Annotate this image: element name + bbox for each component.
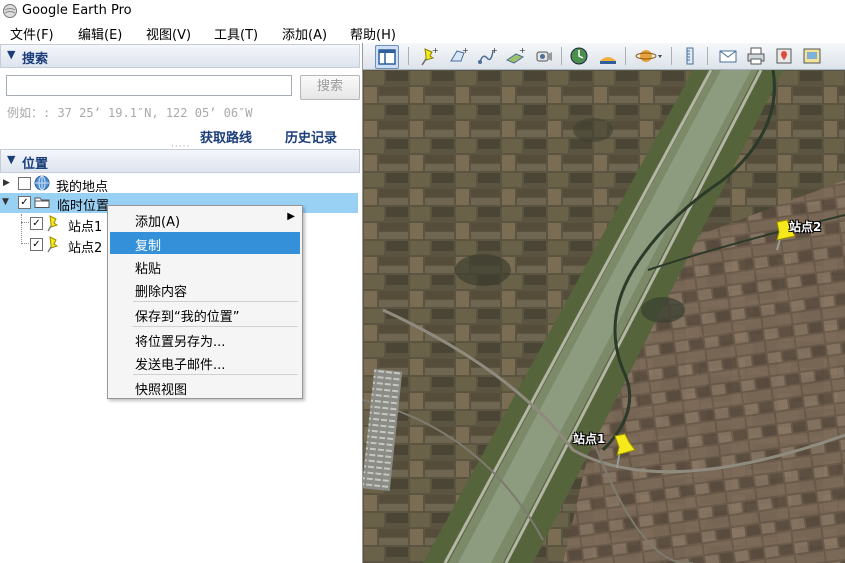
menu-item-label: 保存到“我的位置” — [135, 310, 240, 325]
checkbox[interactable]: ✓ — [30, 238, 43, 251]
historical-imagery-icon[interactable] — [568, 45, 590, 67]
svg-text:+: + — [432, 46, 439, 55]
checkbox[interactable]: ✓ — [18, 196, 31, 209]
window-title: Google Earth Pro — [22, 3, 132, 18]
toolbar-separator — [625, 47, 626, 65]
email-icon[interactable] — [717, 45, 739, 67]
menu-bar: 文件(F) 编辑(E) 视图(V) 工具(T) 添加(A) 帮助(H) — [0, 22, 845, 43]
image-overlay-icon[interactable]: + — [504, 45, 526, 67]
search-button[interactable]: 搜索 — [300, 75, 360, 100]
menu-tools[interactable]: 工具(T) — [214, 24, 258, 43]
tree-item-site2[interactable]: ✓ 站点2 — [0, 235, 120, 256]
yellow-pushpin-icon — [47, 215, 59, 232]
placemark-label-site1[interactable]: 站点1 — [573, 430, 605, 447]
places-section-title: 位置 — [22, 157, 49, 172]
sidebar-toggle-icon[interactable] — [375, 45, 399, 69]
svg-text:+: + — [462, 46, 469, 55]
collapse-triangle-icon: ▼ — [7, 153, 16, 166]
planets-icon[interactable] — [635, 45, 665, 67]
menu-item-label: 添加(A) — [135, 215, 181, 230]
sunlight-icon[interactable] — [597, 45, 619, 67]
checkbox[interactable]: ✓ — [30, 217, 43, 230]
search-section-title: 搜索 — [22, 52, 49, 67]
globe-icon — [34, 175, 50, 191]
svg-text:+: + — [519, 46, 526, 55]
search-section-header[interactable]: ▼ 搜索 — [0, 44, 360, 68]
menu-file[interactable]: 文件(F) — [10, 24, 54, 43]
menu-view[interactable]: 视图(V) — [146, 24, 191, 43]
submenu-arrow-icon: ▶ — [287, 211, 295, 222]
context-menu-snapshot-view[interactable]: 快照视图 — [110, 376, 300, 398]
tree-item-label: 站点2 — [68, 241, 103, 256]
polygon-icon[interactable]: + — [447, 45, 469, 67]
tree-item-my-places[interactable]: ▶ 我的地点 — [0, 174, 358, 195]
yellow-pushpin-icon — [47, 236, 59, 253]
toolbar-separator — [408, 47, 409, 65]
get-directions-link[interactable]: 获取路线 — [200, 127, 252, 146]
svg-text:+: + — [491, 46, 498, 55]
context-menu: 添加(A) ▶ 复制 粘贴 删除内容 保存到“我的位置” 将位置另存为... 发… — [107, 205, 303, 399]
menu-item-label: 将位置另存为... — [135, 335, 226, 350]
search-input[interactable] — [6, 75, 292, 96]
checkbox[interactable] — [18, 177, 31, 190]
placemark-label-site2[interactable]: 站点2 — [789, 218, 821, 235]
history-link[interactable]: 历史记录 — [285, 127, 337, 146]
map-view[interactable]: 站点1 站点2 — [363, 70, 845, 563]
save-image-icon[interactable] — [801, 45, 823, 67]
context-menu-save-to-my-places[interactable]: 保存到“我的位置” — [110, 303, 300, 325]
menu-edit[interactable]: 编辑(E) — [78, 24, 122, 43]
toolbar-separator — [671, 47, 672, 65]
search-example-hint: 例如：: 37 25’ 19.1″N, 122 05’ 06″W — [7, 106, 253, 120]
menu-separator — [133, 326, 298, 327]
context-menu-copy[interactable]: 复制 — [110, 232, 300, 254]
record-tour-icon[interactable] — [533, 45, 555, 67]
title-bar: Google Earth Pro — [0, 0, 845, 22]
menu-add[interactable]: 添加(A) — [282, 24, 327, 43]
context-menu-add[interactable]: 添加(A) ▶ — [110, 208, 300, 230]
collapse-triangle-icon: ▼ — [7, 48, 16, 61]
menu-item-label: 复制 — [135, 239, 162, 254]
ruler-icon[interactable] — [679, 45, 701, 67]
menu-item-label: 粘贴 — [135, 262, 162, 277]
path-icon[interactable]: + — [476, 45, 498, 67]
placemark-icon[interactable]: + — [417, 45, 439, 67]
tree-item-label: 站点1 — [68, 220, 103, 235]
menu-item-label: 发送电子邮件... — [135, 358, 226, 373]
expand-arrow-icon[interactable]: ▶ — [3, 178, 10, 188]
google-earth-logo-icon — [3, 4, 17, 18]
menu-separator — [133, 374, 298, 375]
toolbar-separator — [707, 47, 708, 65]
context-menu-save-place-as[interactable]: 将位置另存为... — [110, 328, 300, 350]
menu-item-label: 删除内容 — [135, 285, 188, 300]
toolbar-separator — [561, 47, 562, 65]
satellite-imagery — [363, 70, 845, 563]
context-menu-paste[interactable]: 粘贴 — [110, 255, 300, 277]
menu-item-label: 快照视图 — [135, 383, 188, 398]
folder-icon — [34, 197, 50, 208]
tree-item-label: 临时位置 — [57, 199, 110, 214]
google-maps-icon[interactable] — [773, 45, 795, 67]
tree-item-site1[interactable]: ✓ 站点1 — [0, 214, 120, 235]
context-menu-delete-contents[interactable]: 删除内容 — [110, 278, 300, 300]
collapse-arrow-icon[interactable]: ▼ — [2, 197, 9, 207]
toolbar: + + + + — [363, 43, 845, 70]
menu-separator — [133, 301, 298, 302]
context-menu-email[interactable]: 发送电子邮件... — [110, 351, 300, 373]
print-icon[interactable] — [745, 45, 767, 67]
places-section-header[interactable]: ▼ 位置 — [0, 149, 360, 173]
menu-help[interactable]: 帮助(H) — [350, 24, 396, 43]
